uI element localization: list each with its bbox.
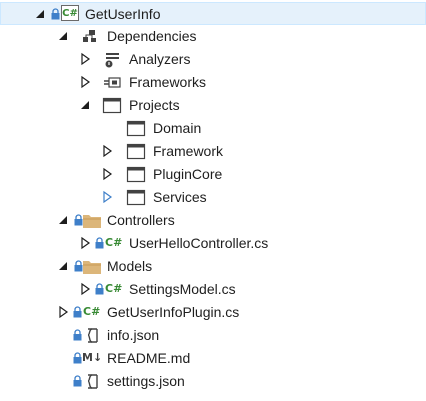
collapsed-arrow-icon[interactable] [80,282,92,296]
expanded-arrow-icon[interactable] [80,98,92,112]
projects-label: Projects [129,97,180,113]
tree-row-project-reference[interactable]: PluginCore [0,163,426,186]
tree-row-file[interactable]: C# GetUserInfoPlugin.cs [0,301,426,324]
solution-explorer-tree: C# GetUserInfo Dependencies Analyzers Fr… [0,0,426,401]
file-label: GetUserInfoPlugin.cs [107,304,240,320]
file-label: README.md [107,350,191,366]
tree-row-project-reference[interactable]: Domain [0,117,426,140]
analyzers-icon [105,53,119,68]
file-label: UserHelloController.cs [129,235,269,251]
dependencies-label: Dependencies [107,28,197,44]
lock-icon [73,375,82,387]
folder-icon [83,261,101,274]
tree-row-file[interactable]: C# UserHelloController.cs [0,232,426,255]
project-reference-label: PluginCore [153,166,223,182]
tree-row-file[interactable]: C# SettingsModel.cs [0,278,426,301]
csharp-file-icon: C# [83,305,101,318]
project-reference-label: Domain [153,120,202,136]
tree-row-analyzers[interactable]: Analyzers [0,48,426,71]
projects-folder-icon [102,97,122,114]
expanded-arrow-icon[interactable] [35,7,47,21]
tree-row-file[interactable]: M↓ README.md [0,347,426,370]
project-reference-icon [126,120,146,137]
project-label: GetUserInfo [85,6,161,22]
tree-row-folder-models[interactable]: Models [0,255,426,278]
tree-row-project-reference[interactable]: Framework [0,140,426,163]
tree-row-project[interactable]: C# GetUserInfo [0,2,426,25]
tree-row-folder-controllers[interactable]: Controllers [0,209,426,232]
collapsed-arrow-icon[interactable] [80,75,92,89]
tree-row-projects[interactable]: Projects [0,94,426,117]
markdown-file-icon: M↓ [82,351,103,364]
tree-row-file[interactable]: settings.json [0,370,426,393]
collapsed-arrow-icon[interactable] [102,190,114,204]
json-file-icon [87,328,98,343]
json-file-icon [87,374,98,389]
folder-icon [83,215,101,228]
project-reference-label: Services [153,189,207,205]
csharp-file-icon: C# [105,282,123,295]
lock-icon [73,306,82,318]
csharp-file-icon: C# [105,236,123,249]
tree-row-frameworks[interactable]: Frameworks [0,71,426,94]
file-label: info.json [107,327,160,343]
lock-icon [73,329,82,341]
collapsed-arrow-icon[interactable] [80,236,92,250]
frameworks-icon [104,77,121,88]
collapsed-arrow-icon[interactable] [58,305,70,319]
frameworks-label: Frameworks [129,74,207,90]
project-reference-label: Framework [153,143,224,159]
file-label: settings.json [107,373,185,389]
controllers-folder-label: Controllers [107,212,175,228]
expanded-arrow-icon[interactable] [58,259,70,273]
models-folder-label: Models [107,258,153,274]
dependencies-icon [83,30,96,42]
lock-icon [95,283,104,295]
tree-row-dependencies[interactable]: Dependencies [0,25,426,48]
expanded-arrow-icon[interactable] [58,213,70,227]
csharp-project-icon: C# [61,5,79,21]
collapsed-arrow-icon[interactable] [102,167,114,181]
lock-icon [95,237,104,249]
project-reference-icon [126,189,146,206]
tree-row-project-reference[interactable]: Services [0,186,426,209]
collapsed-arrow-icon[interactable] [80,52,92,66]
project-reference-icon [126,166,146,183]
expanded-arrow-icon[interactable] [58,29,70,43]
analyzers-label: Analyzers [129,51,191,67]
lock-icon [51,8,60,20]
project-reference-icon [126,143,146,160]
lock-icon [73,352,82,364]
file-label: SettingsModel.cs [129,281,236,297]
tree-row-file[interactable]: info.json [0,324,426,347]
collapsed-arrow-icon[interactable] [102,144,114,158]
